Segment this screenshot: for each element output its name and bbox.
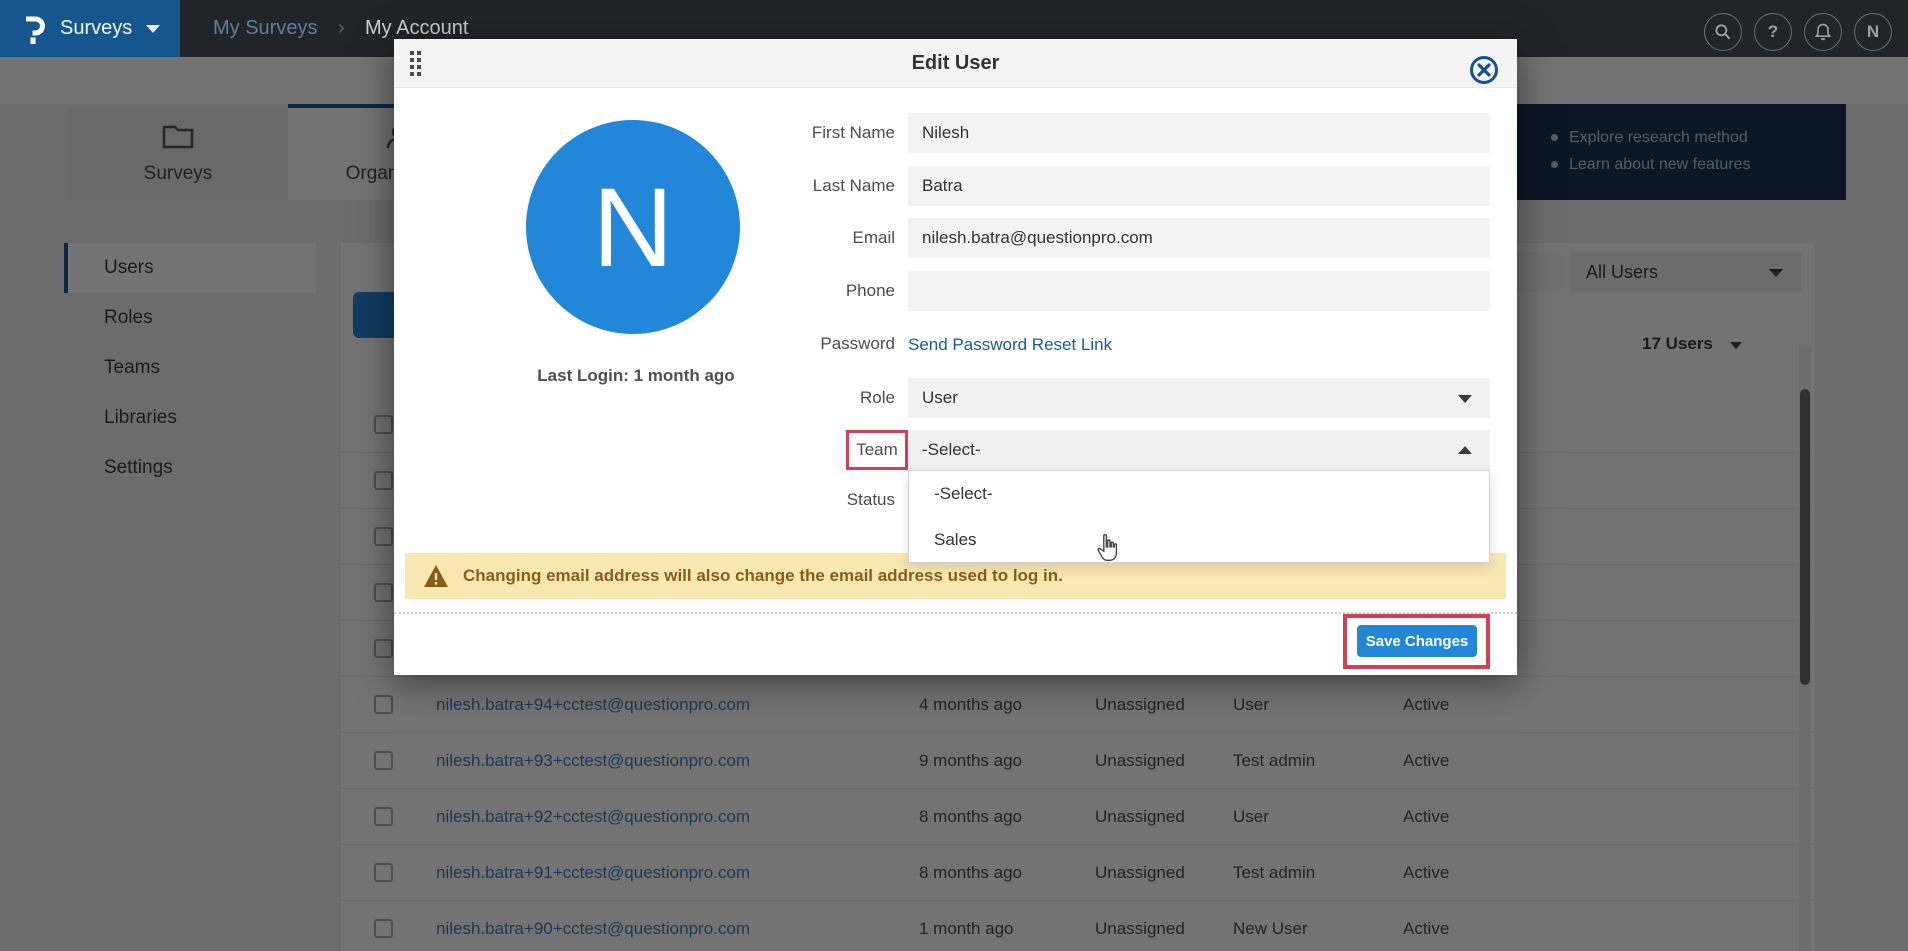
chevron-down-icon	[1458, 395, 1472, 403]
questionpro-logo	[22, 13, 48, 45]
warning-text: Changing email address will also change …	[463, 566, 1063, 586]
password-reset-link[interactable]: Send Password Reset Link	[908, 335, 1112, 355]
mouse-cursor-icon	[1094, 533, 1120, 568]
help-icon: ?	[1768, 22, 1778, 42]
team-dropdown-menu: -Select- Sales	[908, 470, 1490, 563]
close-icon	[1477, 63, 1491, 77]
team-option-select[interactable]: -Select-	[909, 471, 1489, 517]
search-button[interactable]	[1704, 13, 1742, 51]
avatar-letter: N	[593, 163, 674, 292]
password-label: Password	[735, 324, 895, 364]
team-value: -Select-	[922, 440, 981, 459]
avatar-initial: N	[1867, 22, 1879, 42]
email-field[interactable]	[908, 218, 1490, 258]
phone-field[interactable]	[908, 271, 1490, 311]
user-avatar: N	[526, 120, 740, 334]
notifications-button[interactable]	[1804, 13, 1842, 51]
status-label: Status	[735, 480, 895, 520]
search-icon	[1713, 22, 1733, 42]
modal-header: Edit User	[394, 39, 1517, 88]
product-switcher[interactable]: Surveys	[0, 0, 180, 57]
team-select[interactable]: -Select-	[908, 430, 1490, 470]
warning-icon	[423, 564, 449, 588]
chevron-down-icon	[146, 25, 160, 33]
breadcrumb-parent[interactable]: My Surveys	[213, 0, 317, 57]
first-name-label: First Name	[735, 113, 895, 153]
navbar-icons: ? N	[1704, 13, 1892, 51]
phone-label: Phone	[735, 271, 895, 311]
team-option-sales[interactable]: Sales	[909, 517, 1489, 563]
drag-handle-icon[interactable]	[410, 51, 428, 78]
last-name-field[interactable]	[908, 166, 1490, 206]
email-label: Email	[735, 218, 895, 258]
breadcrumb-separator: ›	[338, 0, 345, 57]
chevron-up-icon	[1458, 446, 1472, 454]
role-label: Role	[735, 378, 895, 418]
bell-icon	[1813, 22, 1833, 42]
account-avatar[interactable]: N	[1854, 13, 1892, 51]
last-name-label: Last Name	[735, 166, 895, 206]
first-name-field[interactable]	[908, 113, 1490, 153]
team-label-highlight: Team	[846, 430, 908, 470]
save-changes-button[interactable]: Save Changes	[1357, 625, 1477, 657]
close-button[interactable]	[1470, 56, 1498, 84]
help-button[interactable]: ?	[1754, 13, 1792, 51]
role-value: User	[922, 388, 958, 407]
role-select[interactable]: User	[908, 378, 1490, 418]
edit-user-modal: Edit User N Last Login: 1 month ago Firs…	[394, 39, 1517, 675]
modal-title: Edit User	[394, 39, 1517, 88]
product-label: Surveys	[60, 17, 132, 40]
